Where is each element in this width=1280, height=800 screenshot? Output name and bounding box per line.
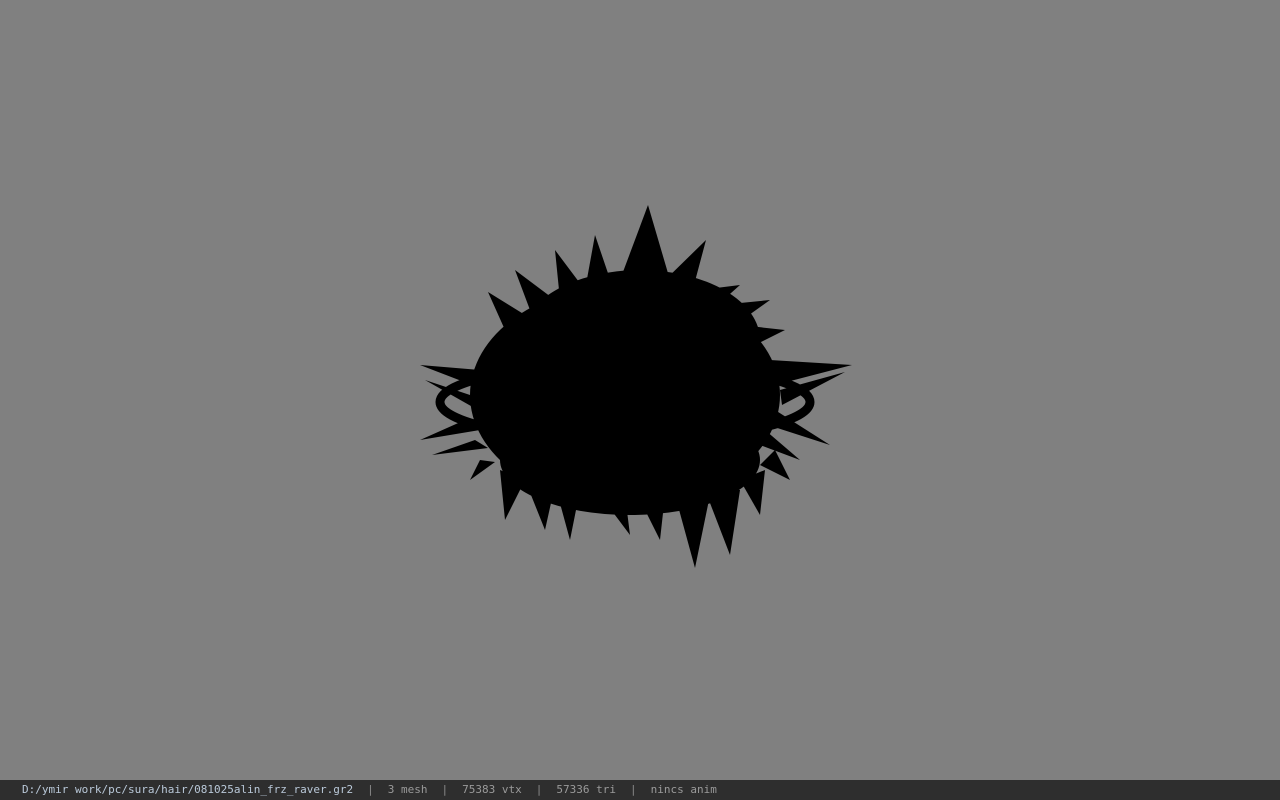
- status-separator: |: [367, 783, 374, 796]
- hair-model-silhouette: [420, 205, 852, 568]
- vertex-count-label: 75383 vtx: [462, 783, 522, 796]
- triangle-count-label: 57336 tri: [556, 783, 616, 796]
- status-separator: |: [535, 783, 543, 796]
- status-separator: |: [441, 783, 449, 796]
- hair-mesh: [420, 205, 852, 568]
- mesh-count-label: 3 mesh: [387, 783, 428, 796]
- status-separator: |: [629, 783, 637, 796]
- status-bar: D:/ymir work/pc/sura/hair/081025alin_frz…: [0, 780, 1280, 800]
- animation-status-label: nincs anim: [650, 783, 717, 796]
- file-path-label: D:/ymir work/pc/sura/hair/081025alin_frz…: [22, 783, 354, 796]
- 3d-viewport[interactable]: [0, 0, 1280, 780]
